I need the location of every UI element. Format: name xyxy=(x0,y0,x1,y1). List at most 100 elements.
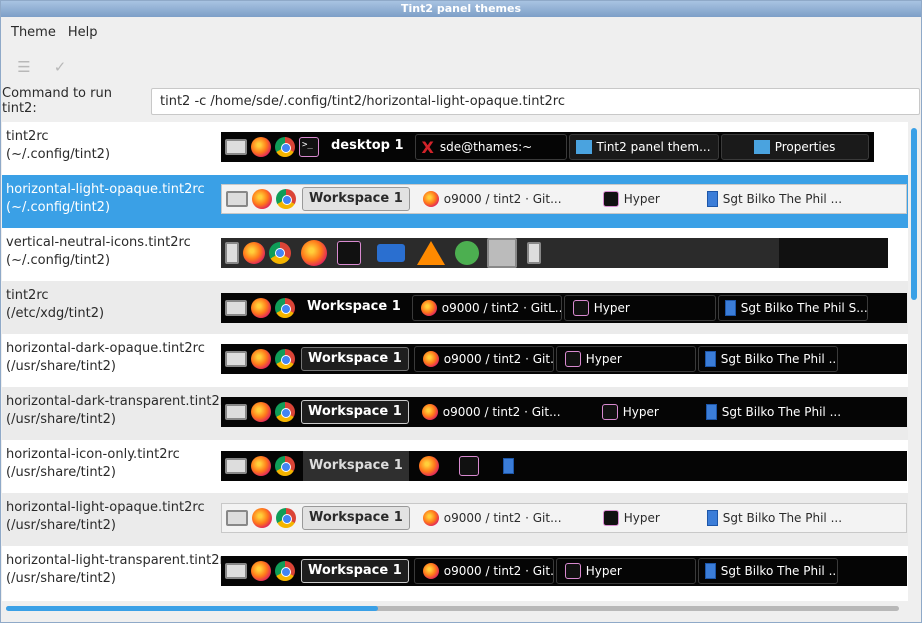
task-terminal: Xsde@thames:~ xyxy=(414,134,567,160)
horizontal-scroll-thumb[interactable] xyxy=(6,606,378,611)
chrome-icon xyxy=(275,402,295,422)
terminal-icon xyxy=(458,456,479,476)
terminal-icon xyxy=(602,191,619,207)
workspace-label: Workspace 1 xyxy=(301,347,409,371)
theme-list: tint2rc (~/.config/tint2) >_ desktop 1 Xs… xyxy=(2,122,908,601)
firefox-icon xyxy=(252,508,272,528)
task-panel-themes: Tint2 panel them... xyxy=(568,134,719,160)
folder-icon xyxy=(575,140,592,154)
firefox-icon xyxy=(421,404,438,420)
task-document: Sgt Bilko The Phil ... xyxy=(701,505,841,531)
theme-row[interactable]: horizontal-icon-only.tint2rc (/usr/share/… xyxy=(2,440,908,493)
task-hyper: Hyper xyxy=(595,186,699,212)
terminal-icon xyxy=(564,351,581,367)
task-browser: o9000 / tint2 · Git... xyxy=(415,186,593,212)
usb-drive-icon xyxy=(527,242,541,264)
terminal-icon xyxy=(564,563,581,579)
theme-name: horizontal-light-opaque.tint2rc (/usr/sha… xyxy=(6,500,205,533)
theme-row[interactable]: tint2rc (~/.config/tint2) >_ desktop 1 Xs… xyxy=(2,122,908,175)
firefox-icon xyxy=(251,561,271,581)
task-browser: o9000 / tint2 · GitL... xyxy=(411,295,562,321)
window-switch-icon xyxy=(377,244,405,262)
panel-preview: Workspace 1 o9000 / tint2 · Git... Hyper… xyxy=(221,184,907,214)
terminal-icon xyxy=(602,510,619,526)
task-hyper: Hyper xyxy=(563,295,716,321)
document-icon xyxy=(724,300,736,316)
document-icon xyxy=(704,563,716,579)
firefox-icon xyxy=(301,240,327,266)
terminal-icon xyxy=(572,300,589,316)
firefox-icon xyxy=(422,563,439,579)
task-document: Sgt Bilko The Phil ... xyxy=(697,558,838,584)
menu-theme[interactable]: Theme xyxy=(5,17,62,48)
vertical-scroll-thumb[interactable] xyxy=(911,128,917,300)
command-input[interactable] xyxy=(151,87,920,115)
desktop-icon xyxy=(225,300,247,316)
drive-icon xyxy=(487,238,517,268)
task-document: Sgt Bilko The Phil ... xyxy=(701,186,841,212)
icon-strip xyxy=(221,238,779,268)
chrome-icon xyxy=(269,242,291,264)
desktop-icon xyxy=(225,404,247,420)
firefox-icon xyxy=(243,242,265,264)
firefox-icon xyxy=(422,351,439,367)
list-icon[interactable]: ☰ xyxy=(13,56,35,78)
firefox-icon xyxy=(252,189,272,209)
desktop-icon xyxy=(226,510,248,526)
firefox-icon xyxy=(251,402,271,422)
firefox-icon xyxy=(422,191,439,207)
theme-row-selected[interactable]: horizontal-light-opaque.tint2rc (~/.confi… xyxy=(2,175,908,228)
desktop-icon xyxy=(225,458,247,474)
chrome-icon xyxy=(276,508,296,528)
theme-row[interactable]: tint2rc (/etc/xdg/tint2) Workspace 1 o900… xyxy=(2,281,908,334)
terminal-icon xyxy=(601,404,618,420)
theme-name: horizontal-icon-only.tint2rc (/usr/share/… xyxy=(6,447,180,480)
chrome-icon xyxy=(275,349,295,369)
theme-row[interactable]: horizontal-light-opaque.tint2rc (/usr/sha… xyxy=(2,493,908,546)
theme-row[interactable]: horizontal-light-transparent.tint2rc (/us… xyxy=(2,546,908,599)
task-document: Sgt Bilko The Phil ... xyxy=(697,346,838,372)
chrome-icon xyxy=(275,456,295,476)
vertical-scrollbar[interactable] xyxy=(908,122,921,601)
document-icon xyxy=(706,510,718,526)
theme-row[interactable]: horizontal-dark-opaque.tint2rc (/usr/shar… xyxy=(2,334,908,387)
desktop-icon xyxy=(225,563,247,579)
command-row: Command to run tint2: xyxy=(1,86,921,116)
menu-bar: Theme Help xyxy=(1,17,921,48)
theme-name: tint2rc (~/.config/tint2) xyxy=(6,129,111,162)
task-document: Sgt Bilko The Phil ... xyxy=(700,399,840,425)
folder-icon xyxy=(753,140,770,154)
task-browser: o9000 / tint2 · Git... xyxy=(413,346,554,372)
desktop-icon xyxy=(225,351,247,367)
firefox-icon xyxy=(420,300,437,316)
command-label: Command to run tint2: xyxy=(2,86,112,116)
chrome-icon xyxy=(276,189,296,209)
usb-drive-icon xyxy=(225,242,239,264)
firefox-icon xyxy=(251,456,271,476)
chrome-icon xyxy=(275,298,295,318)
theme-name: horizontal-light-transparent.tint2rc (/us… xyxy=(6,553,232,586)
menu-help[interactable]: Help xyxy=(62,17,104,48)
firefox-icon xyxy=(251,298,271,318)
checkmark-icon[interactable]: ✓ xyxy=(49,56,71,78)
terminal-icon: >_ xyxy=(299,137,319,157)
task-document: Sgt Bilko The Phil S... xyxy=(717,295,868,321)
theme-name: horizontal-dark-opaque.tint2rc (/usr/shar… xyxy=(6,341,205,374)
horizontal-scrollbar[interactable] xyxy=(2,601,908,615)
terminal-icon xyxy=(337,241,361,265)
workspace-label: Workspace 1 xyxy=(301,400,409,424)
task-hyper: Hyper xyxy=(595,505,699,531)
task-hyper: Hyper xyxy=(594,399,698,425)
panel-preview: Workspace 1 o9000 / tint2 · Git... Hyper… xyxy=(221,503,907,533)
desktop-icon xyxy=(226,191,248,207)
desktop-icon xyxy=(225,139,247,155)
app-window: Tint2 panel themes Theme Help ☰ ✓ Comman… xyxy=(0,0,922,623)
theme-row[interactable]: horizontal-dark-transparent.tint2rc (/usr… xyxy=(2,387,908,440)
theme-row[interactable]: vertical-neutral-icons.tint2rc (~/.config… xyxy=(2,228,908,281)
document-icon xyxy=(502,458,514,474)
workspace-label: Workspace 1 xyxy=(301,559,409,583)
horizontal-scroll-track[interactable] xyxy=(6,606,899,611)
task-properties: Properties xyxy=(720,134,869,160)
document-icon xyxy=(706,191,718,207)
workspace-label: desktop 1 xyxy=(331,138,404,153)
